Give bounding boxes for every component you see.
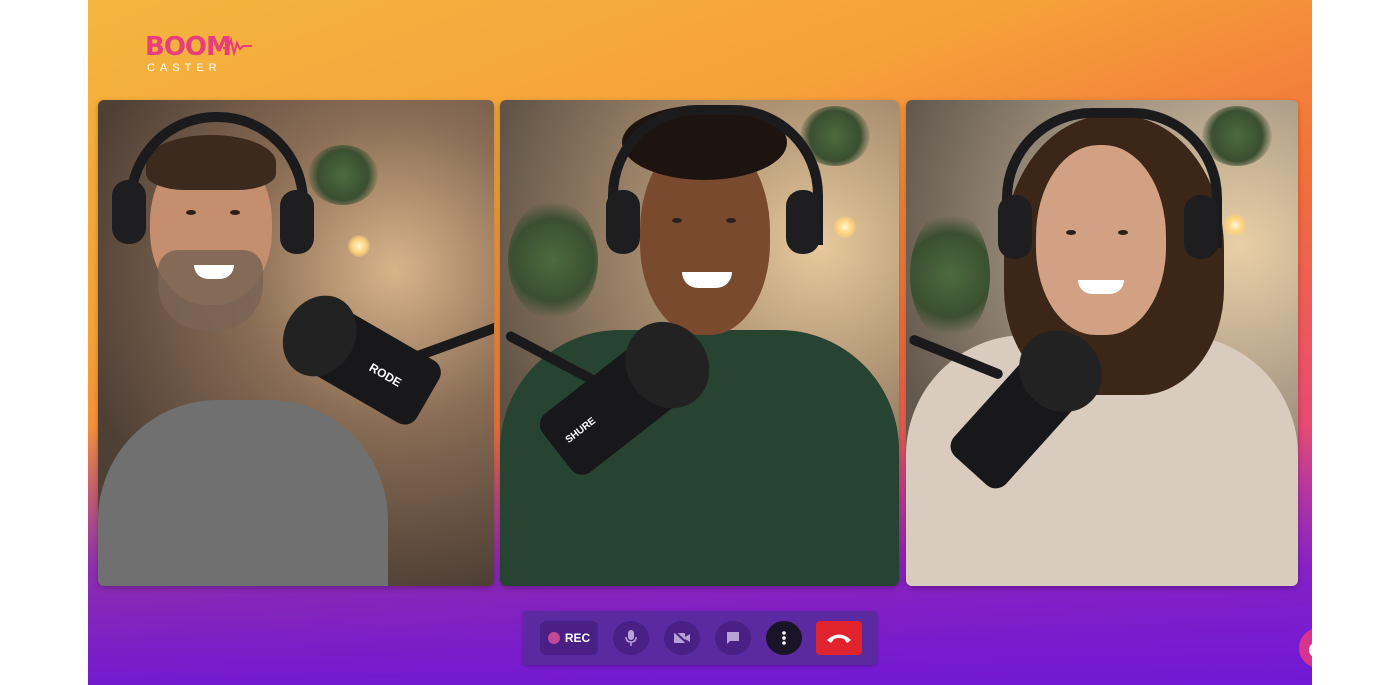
logo-word: BOOM bbox=[145, 32, 232, 62]
lamp-light bbox=[834, 216, 856, 238]
more-options-button[interactable] bbox=[766, 621, 802, 655]
mic-brand-label: RODE bbox=[366, 360, 404, 390]
mic-icon bbox=[625, 630, 637, 646]
help-chat-launcher[interactable] bbox=[1299, 628, 1312, 668]
brand-logo: BOOM CASTER bbox=[145, 32, 252, 74]
participant-tile-2[interactable]: SHURE bbox=[500, 100, 899, 586]
record-label: REC bbox=[564, 631, 591, 645]
background-plant bbox=[910, 210, 990, 340]
call-controls-bar: REC bbox=[523, 611, 877, 665]
mic-toggle-button[interactable] bbox=[613, 621, 649, 655]
more-vertical-icon bbox=[782, 631, 786, 645]
participant-tile-1[interactable]: RODE bbox=[98, 100, 494, 586]
hang-up-button[interactable] bbox=[816, 621, 862, 655]
chat-button[interactable] bbox=[715, 621, 751, 655]
background-plant bbox=[508, 200, 598, 320]
background-plant bbox=[308, 145, 378, 205]
camera-toggle-button[interactable] bbox=[664, 621, 700, 655]
record-dot-icon bbox=[547, 632, 560, 644]
lamp-light bbox=[348, 235, 370, 257]
record-button[interactable]: REC bbox=[540, 621, 598, 655]
lamp-light bbox=[1224, 214, 1246, 236]
participant-tile-3[interactable] bbox=[906, 100, 1298, 586]
chat-bubble-icon bbox=[1309, 642, 1312, 658]
logo-wave-icon bbox=[223, 36, 252, 56]
mic-brand-label: SHURE bbox=[563, 415, 599, 446]
logo-sub: CASTER bbox=[147, 62, 222, 74]
call-stage: BOOM CASTER RODE SHURE REC bbox=[88, 0, 1312, 685]
camera-off-icon bbox=[673, 631, 690, 645]
hangup-icon bbox=[827, 634, 851, 643]
chat-icon bbox=[727, 632, 739, 644]
